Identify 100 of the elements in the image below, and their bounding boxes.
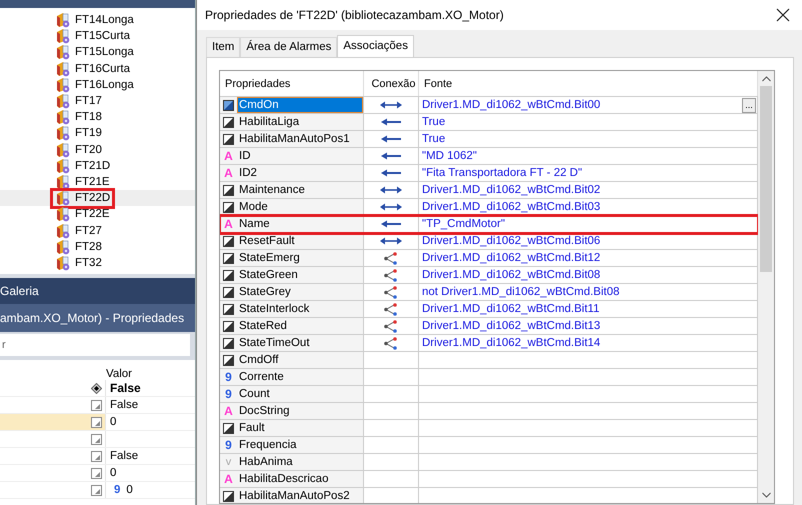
source-value[interactable]: True: [419, 133, 446, 145]
source-value[interactable]: Driver1.MD_di1062_wBtCmd.Bit03: [419, 201, 600, 213]
number-icon: 9: [114, 484, 120, 496]
diamond-icon: [91, 382, 102, 394]
scroll-down-icon[interactable]: [762, 492, 770, 498]
tree-item[interactable]: FT15Longa: [75, 46, 134, 58]
double-arrow-icon: [380, 237, 402, 245]
object-icon: [55, 28, 71, 44]
boolean-icon: [223, 286, 234, 298]
boolean-icon: [223, 354, 234, 366]
source-value[interactable]: not Driver1.MD_di1062_wBtCmd.Bit08: [419, 286, 620, 298]
tab[interactable]: Item: [206, 37, 240, 57]
double-arrow-icon: [380, 101, 402, 109]
object-icon: [55, 142, 71, 158]
boolean-icon: [223, 202, 234, 212]
tree-item[interactable]: FT27: [75, 224, 102, 237]
edit-icon[interactable]: [91, 468, 102, 478]
gallery-bar[interactable]: Galeria: [0, 278, 195, 304]
property-name[interactable]: Frequencia: [237, 437, 363, 453]
edit-icon[interactable]: [91, 416, 102, 428]
object-icon: [55, 222, 71, 239]
property-value: 0: [126, 484, 133, 496]
source-value[interactable]: "MD 1062": [419, 150, 477, 162]
object-icon: [55, 190, 71, 206]
tree-item[interactable]: FT16Longa: [75, 78, 134, 91]
boolean-icon: [223, 304, 234, 314]
property-value: False: [110, 450, 138, 462]
source-value[interactable]: Driver1.MD_di1062_wBtCmd.Bit08: [419, 269, 600, 281]
property-name[interactable]: HabilitaDescricao: [237, 471, 363, 487]
window-title: Propriedades de 'FT22D' (bibliotecazambam.XO_Motor): [205, 8, 504, 22]
tree-item[interactable]: FT32: [75, 256, 102, 269]
boolean-icon: [223, 100, 234, 110]
scrollbar[interactable]: [758, 71, 774, 503]
tree-item[interactable]: FT20: [75, 144, 102, 156]
source-value[interactable]: Driver1.MD_di1062_wBtCmd.Bit06: [419, 235, 600, 247]
source-value[interactable]: Driver1.MD_di1062_wBtCmd.Bit02: [419, 184, 600, 196]
boolean-icon: [223, 134, 234, 144]
source-value[interactable]: Driver1.MD_di1062_wBtCmd.Bit14: [419, 337, 600, 349]
tree-item[interactable]: FT15Curta: [75, 30, 130, 42]
boolean-icon: [223, 116, 234, 128]
number-type-icon: 9: [225, 438, 232, 452]
boolean-icon: [223, 422, 234, 434]
tree-item[interactable]: FT21D: [75, 160, 110, 172]
property-name[interactable]: HabAnima: [237, 454, 363, 470]
property-name[interactable]: ID: [237, 148, 363, 164]
share-icon: [384, 336, 398, 350]
search-field[interactable]: r: [0, 334, 190, 356]
edit-icon[interactable]: [91, 434, 102, 444]
object-icon: [55, 158, 71, 174]
variant-type-icon: v: [226, 456, 232, 468]
property-name[interactable]: DocString: [237, 403, 363, 419]
string-type-icon: A: [224, 166, 233, 180]
edit-icon[interactable]: [91, 400, 102, 410]
source-value[interactable]: "TP_CmdMotor": [419, 218, 505, 230]
left-arrow-icon: [381, 220, 401, 228]
object-icon: [55, 93, 71, 110]
source-value[interactable]: Driver1.MD_di1062_wBtCmd.Bit12: [419, 252, 600, 264]
tree-item[interactable]: FT28: [75, 240, 102, 253]
property-value: 0: [110, 467, 116, 479]
tree-item[interactable]: FT16Curta: [75, 62, 130, 75]
source-value[interactable]: Driver1.MD_di1062_wBtCmd.Bit00: [419, 99, 600, 111]
string-type-icon: A: [224, 472, 233, 486]
left-arrow-icon: [381, 135, 401, 143]
share-icon: [384, 302, 398, 316]
property-name[interactable]: Corrente: [237, 369, 363, 385]
string-type-icon: A: [224, 149, 233, 163]
share-icon: [384, 320, 398, 332]
source-value[interactable]: "Fita Transportadora FT - 22 D": [419, 167, 582, 179]
object-icon: [55, 60, 71, 77]
number-type-icon: 9: [225, 370, 232, 384]
scroll-up-icon[interactable]: [762, 76, 770, 82]
source-value[interactable]: True: [419, 116, 446, 128]
tree-item[interactable]: FT17: [75, 95, 102, 108]
source-value[interactable]: Driver1.MD_di1062_wBtCmd.Bit11: [419, 303, 600, 315]
source-value[interactable]: Driver1.MD_di1062_wBtCmd.Bit13: [419, 320, 600, 332]
edit-icon[interactable]: [91, 450, 102, 462]
property-name[interactable]: ID2: [237, 165, 363, 181]
property-name[interactable]: CmdOn: [237, 97, 363, 113]
tree-item[interactable]: FT22E: [75, 208, 110, 220]
object-icon: [55, 125, 71, 142]
tree-item[interactable]: FT21E: [75, 176, 110, 188]
share-icon: [384, 252, 398, 264]
close-icon[interactable]: [776, 8, 790, 22]
tab[interactable]: Associações: [337, 35, 414, 57]
boolean-icon: [223, 270, 234, 280]
property-name[interactable]: Count: [237, 386, 363, 402]
edit-icon[interactable]: [91, 484, 102, 496]
tab[interactable]: Área de Alarmes: [240, 37, 338, 57]
browse-button[interactable]: ...: [742, 98, 756, 112]
property-name[interactable]: Name: [237, 216, 363, 232]
number-type-icon: 9: [225, 387, 232, 401]
tree-item[interactable]: FT18: [75, 111, 102, 124]
object-icon: [55, 254, 71, 271]
share-icon: [384, 268, 398, 282]
tree-item[interactable]: FT19: [75, 127, 102, 140]
double-arrow-icon: [380, 203, 402, 211]
tree-item[interactable]: FT14Longa: [75, 14, 134, 26]
boolean-icon: [223, 252, 234, 264]
column-header: Conexão: [364, 71, 419, 96]
object-icon: [55, 174, 71, 190]
